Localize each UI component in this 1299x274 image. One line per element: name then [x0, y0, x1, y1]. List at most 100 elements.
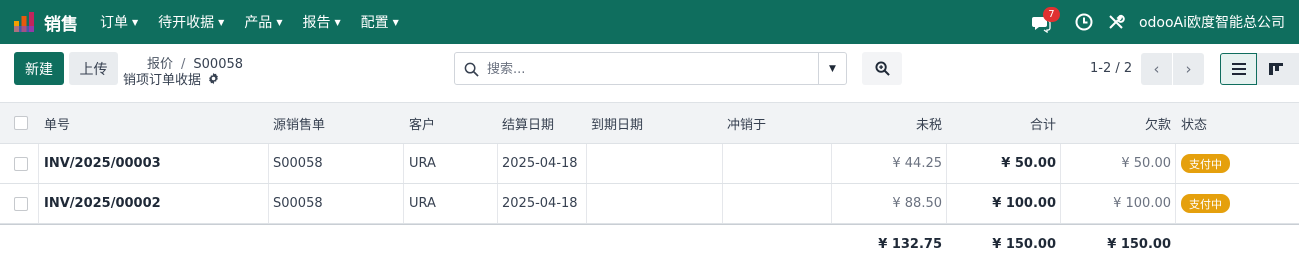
column-header-due-date[interactable]: 到期日期 — [591, 103, 643, 143]
row-checkbox[interactable] — [14, 196, 28, 211]
list-view-icon — [1231, 63, 1246, 75]
top-navbar: 销售 订单 ▼ 待开收据 ▼ 产品 ▼ 报告 ▼ 配置 ▼ 7 odooAi欧度智能总公司 — [0, 0, 1299, 44]
cell-amount-due: ¥ 100.00 — [1113, 196, 1171, 211]
chevron-down-icon: ▼ — [334, 17, 341, 27]
column-divider — [722, 184, 723, 223]
column-divider — [586, 144, 587, 183]
column-header-customer[interactable]: 客户 — [409, 103, 435, 143]
total-total: ¥ 150.00 — [992, 237, 1056, 252]
column-divider — [38, 144, 39, 183]
tools-icon[interactable] — [1107, 13, 1125, 31]
total-untaxed: ¥ 132.75 — [878, 237, 942, 252]
caret-down-icon: ▼ — [829, 63, 836, 74]
column-divider — [268, 184, 269, 223]
zoom-button[interactable] — [862, 52, 902, 85]
column-divider — [268, 144, 269, 183]
chevron-left-icon: ‹ — [1153, 60, 1160, 78]
cell-amount-due: ¥ 50.00 — [1121, 156, 1171, 171]
new-button[interactable]: 新建 — [14, 52, 64, 85]
column-header-status[interactable]: 状态 — [1181, 103, 1207, 143]
cell-status: 支付中 — [1181, 184, 1230, 223]
cell-total: ¥ 50.00 — [1001, 156, 1056, 171]
cell-untaxed: ¥ 88.50 — [892, 196, 942, 211]
cell-source: S00058 — [273, 196, 323, 211]
more-views-button[interactable] — [1294, 53, 1299, 85]
table-row[interactable]: INV/2025/00003 S00058 URA 2025-04-18 ¥ 4… — [0, 144, 1299, 184]
message-count-badge: 7 — [1042, 7, 1060, 22]
cell-invoice-date: 2025-04-18 — [502, 156, 578, 171]
chat-icon[interactable]: 7 — [1031, 7, 1060, 33]
navbar-systray: 7 odooAi欧度智能总公司 — [1031, 0, 1285, 44]
column-header-invoice-date[interactable]: 结算日期 — [502, 103, 554, 143]
menu-products-label: 产品 — [244, 15, 273, 31]
row-select-cell — [14, 144, 28, 183]
cell-number: INV/2025/00002 — [44, 196, 161, 211]
cell-invoice-date: 2025-04-18 — [502, 196, 578, 211]
upload-button[interactable]: 上传 — [69, 52, 118, 85]
column-header-source[interactable]: 源销售单 — [273, 103, 325, 143]
kanban-view-icon — [1268, 63, 1283, 75]
row-checkbox[interactable] — [14, 156, 28, 171]
cell-untaxed: ¥ 44.25 — [892, 156, 942, 171]
invoice-list-table: 单号 源销售单 客户 结算日期 到期日期 冲销于 未税 合计 欠款 状态 INV… — [0, 102, 1299, 264]
menu-to-invoice-label: 待开收据 — [158, 15, 215, 31]
menu-reporting-label: 报告 — [302, 15, 331, 31]
cell-customer: URA — [409, 156, 436, 171]
cell-total: ¥ 100.00 — [992, 196, 1056, 211]
column-header-number[interactable]: 单号 — [44, 103, 70, 143]
status-badge: 支付中 — [1181, 154, 1230, 173]
pager-value[interactable]: 1-2 / 2 — [1090, 61, 1132, 76]
chevron-down-icon: ▼ — [218, 17, 225, 27]
chevron-down-icon: ▼ — [276, 17, 283, 27]
search-icon — [464, 62, 479, 77]
chevron-right-icon: › — [1185, 60, 1192, 78]
menu-configuration-label: 配置 — [360, 15, 389, 31]
column-divider — [1175, 184, 1176, 223]
total-amount-due: ¥ 150.00 — [1107, 237, 1171, 252]
select-all-checkbox[interactable] — [14, 116, 28, 130]
menu-orders[interactable]: 订单 ▼ — [100, 12, 138, 32]
column-divider — [586, 184, 587, 223]
column-header-amount-due[interactable]: 欠款 — [1061, 103, 1171, 143]
table-row[interactable]: INV/2025/00002 S00058 URA 2025-04-18 ¥ 8… — [0, 184, 1299, 224]
column-divider — [1175, 144, 1176, 183]
page-title: 销项订单收据 — [123, 69, 220, 88]
pager-next-button[interactable]: › — [1173, 53, 1204, 85]
column-divider — [38, 184, 39, 223]
cell-source: S00058 — [273, 156, 323, 171]
search-input[interactable] — [487, 59, 807, 79]
pager-previous-button[interactable]: ‹ — [1141, 53, 1172, 85]
menu-reporting[interactable]: 报告 ▼ — [302, 12, 340, 32]
menu-orders-label: 订单 — [100, 15, 128, 31]
main-menu: 订单 ▼ 待开收据 ▼ 产品 ▼ 报告 ▼ 配置 ▼ — [100, 0, 419, 44]
gear-icon[interactable] — [207, 72, 220, 85]
kanban-view-button[interactable] — [1257, 53, 1294, 85]
status-badge: 支付中 — [1181, 194, 1230, 213]
page-title-text: 销项订单收据 — [123, 73, 202, 88]
column-divider — [497, 144, 498, 183]
column-divider — [403, 144, 404, 183]
column-header-untaxed[interactable]: 未税 — [832, 103, 942, 143]
app-logo-icon[interactable] — [12, 10, 36, 34]
company-name[interactable]: odooAi欧度智能总公司 — [1139, 12, 1285, 32]
row-select-cell — [14, 184, 28, 223]
column-divider — [497, 184, 498, 223]
chevron-down-icon: ▼ — [132, 17, 139, 27]
column-header-total[interactable]: 合计 — [947, 103, 1056, 143]
search-options-toggle[interactable]: ▼ — [818, 53, 846, 84]
column-header-reversed[interactable]: 冲销于 — [727, 103, 766, 143]
menu-products[interactable]: 产品 ▼ — [244, 12, 282, 32]
menu-to-invoice[interactable]: 待开收据 ▼ — [158, 12, 224, 32]
app-name[interactable]: 销售 — [44, 10, 78, 35]
list-view-button[interactable] — [1220, 53, 1257, 85]
menu-configuration[interactable]: 配置 ▼ — [361, 12, 399, 32]
chevron-down-icon: ▼ — [392, 17, 399, 27]
clock-icon[interactable] — [1075, 13, 1093, 31]
search-bar: ▼ — [454, 52, 847, 85]
select-all-cell — [14, 103, 28, 143]
cell-number: INV/2025/00003 — [44, 156, 161, 171]
table-footer-totals: ¥ 132.75 ¥ 150.00 ¥ 150.00 — [0, 224, 1299, 264]
cell-status: 支付中 — [1181, 144, 1230, 183]
zoom-icon — [874, 61, 890, 76]
column-divider — [722, 144, 723, 183]
